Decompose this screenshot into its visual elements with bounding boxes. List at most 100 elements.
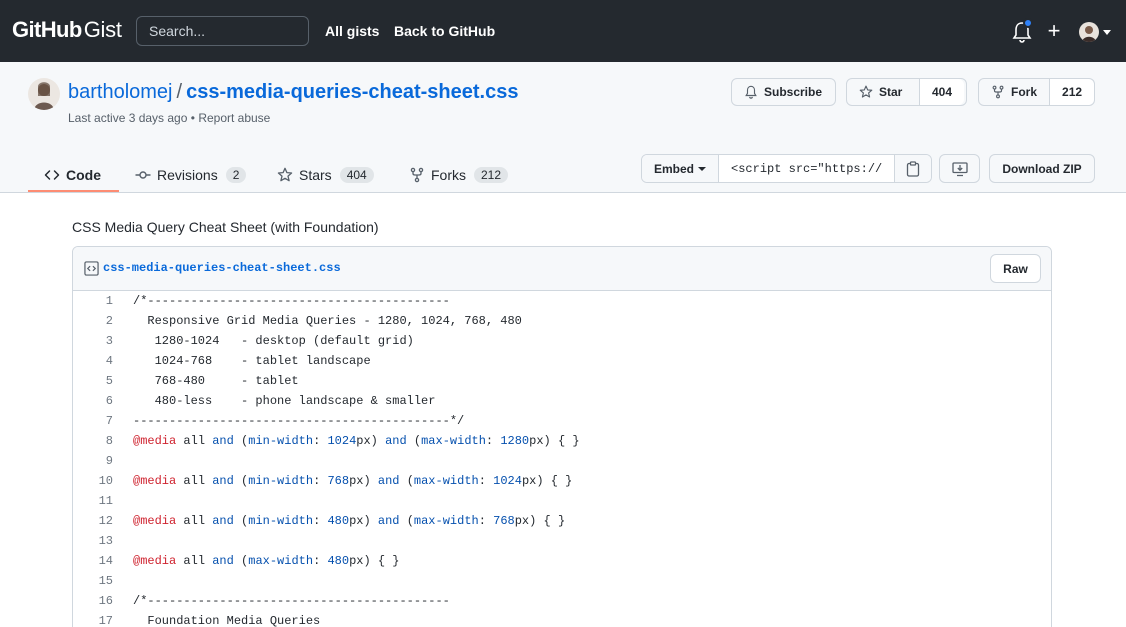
subscribe-label: Subscribe [764,85,823,99]
search-input[interactable]: Search... [136,16,309,46]
tab-code[interactable]: Code [44,158,101,192]
file-name-link[interactable]: css-media-queries-cheat-sheet.css [103,261,341,275]
line-content: Responsive Grid Media Queries - 1280, 10… [133,314,522,328]
notifications-bell-icon[interactable] [1012,18,1034,43]
raw-button[interactable]: Raw [990,254,1041,283]
code-token: ( [233,554,249,568]
code-token: min-width [248,434,314,448]
line-content: @media all and (min-width: 768px) and (m… [113,471,572,491]
line-number: 2 [105,314,113,328]
code-token: px) { } [514,514,566,528]
code-line: 6 480-less - phone landscape & smaller [73,391,1051,411]
line-number: 5 [105,374,113,388]
code-token: px) { } [349,554,400,568]
line-content: /*--------------------------------------… [133,594,450,608]
embed-select[interactable]: Embed [642,155,720,182]
tab-revisions[interactable]: Revisions 2 [135,158,247,192]
code-line: 1 /*-------------------------------------… [73,291,1051,311]
embed-code-input[interactable]: <script src="https:// [719,155,894,182]
code-token: : [313,434,328,448]
star-button-group: Star 404 [846,78,967,106]
owner-avatar[interactable] [28,78,60,110]
code-token: @media [133,514,177,528]
line-content: 480-less - phone landscape & smaller [133,394,436,408]
code-token: all [176,434,213,448]
line-content [113,451,133,471]
fork-count[interactable]: 212 [1049,79,1095,105]
chevron-down-icon [698,166,707,171]
code-token: and [212,434,234,448]
fork-icon [410,167,424,183]
brand-gist: Gist [83,17,122,42]
create-new-plus-icon[interactable]: + [1045,20,1063,42]
tab-stars[interactable]: Stars 404 [277,158,374,192]
code-view: 1 /*-------------------------------------… [73,291,1051,627]
copy-button[interactable] [894,155,932,182]
code-token: : [313,474,328,488]
code-token: max-width [248,554,314,568]
owner-link[interactable]: bartholomej [68,81,173,103]
star-count[interactable]: 404 [919,79,965,105]
code-line: 13 [73,531,1051,551]
code-token: 480 [327,554,350,568]
embed-group: Embed <script src="https:// [641,154,933,183]
gist-name-link[interactable]: css-media-queries-cheat-sheet.css [186,81,518,103]
bell-icon [745,85,757,99]
subscribe-button[interactable]: Subscribe [731,78,836,106]
top-header: GitHubGist Search... All gists Back to G… [0,0,1126,62]
line-number: 8 [105,434,113,448]
code-token: all [176,474,213,488]
line-number: 13 [98,534,113,548]
open-desktop-button[interactable] [939,154,980,183]
gist-pagehead: bartholomej / css-media-queries-cheat-shee… [0,62,1126,193]
line-number: 14 [98,554,113,568]
meta-bullet: • [190,111,195,125]
line-content: ----------------------------------------… [133,414,465,428]
last-active-text: Last active 3 days ago [68,111,188,125]
code-token: max-width [421,434,486,448]
code-token: px) { } [529,434,580,448]
github-gist-logo[interactable]: GitHubGist [12,17,122,45]
line-content: 1280-1024 - desktop (default grid) [133,334,414,348]
tab-code-label: Code [66,167,101,183]
line-number: 4 [105,354,113,368]
code-token: all [176,514,213,528]
line-number: 1 [105,294,113,308]
line-number: 17 [98,614,113,627]
revisions-counter: 2 [225,167,247,183]
code-line: 11 [73,491,1051,511]
all-gists-link[interactable]: All gists [325,23,379,39]
line-number: 3 [105,334,113,348]
code-line: 12 @media all and (min-width: 480px) and … [73,511,1051,531]
code-line: 9 [73,451,1051,471]
tab-forks[interactable]: Forks 212 [409,158,509,192]
notification-dot [1023,18,1033,28]
code-line: 2 Responsive Grid Media Queries - 1280, … [73,311,1051,331]
line-content: @media all and (max-width: 480px) { } [113,551,400,571]
code-token: : [485,434,501,448]
download-zip-button[interactable]: Download ZIP [989,154,1095,183]
code-token: ( [399,514,414,528]
code-token: @media [133,554,177,568]
code-token: max-width [413,514,479,528]
code-token: @media [133,434,177,448]
code-line: 8 @media all and (min-width: 1024px) and … [73,431,1051,451]
title-separator: / [176,81,183,103]
back-to-github-link[interactable]: Back to GitHub [394,23,495,39]
code-token: and [212,514,234,528]
user-avatar[interactable] [1079,22,1099,42]
code-line: 16 /*------------------------------------… [73,591,1051,611]
code-token: and [377,514,400,528]
user-menu-caret-icon[interactable] [1103,30,1111,35]
line-number: 11 [98,494,113,508]
code-token: 1024 [493,474,522,488]
line-number: 9 [105,454,113,468]
star-button[interactable]: Star [847,79,919,105]
star-icon [277,167,293,182]
report-abuse-link[interactable]: Report abuse [198,111,270,125]
tab-selected-indicator [28,190,119,192]
clipboard-icon [906,160,920,177]
code-token: and [377,474,400,488]
fork-button[interactable]: Fork [979,79,1049,105]
code-token: ( [399,474,414,488]
